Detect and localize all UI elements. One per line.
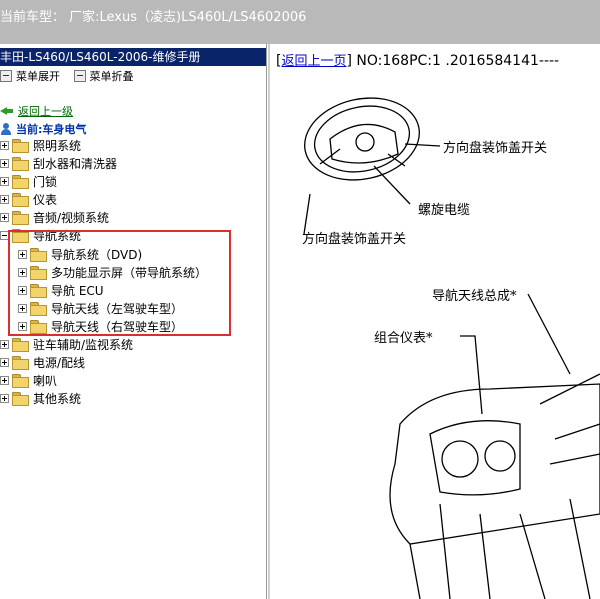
expand-toggle-icon[interactable] [18,321,27,331]
expand-toggle-icon[interactable] [0,176,9,186]
folder-icon [30,265,47,280]
navigation-pane: 丰田-LS460/LS460L-2006-维修手册 菜单展开 菜单折叠 返回上一… [0,44,267,599]
tree-subitem-multi-display[interactable]: 多功能显示屏（带导航系统） [18,263,207,281]
folder-open-icon [12,228,29,243]
current-vehicle-label: 当前车型： 厂家:Lexus（凌志)LS460L/LS4602006 [0,10,307,25]
folder-icon [12,156,29,171]
current-section-label: 当前:车身电气 [16,123,87,136]
tree-item-power-wiring[interactable]: 电源/配线 [0,353,85,371]
expand-menu-label: 菜单展开 [16,70,60,83]
document-pane: [返回上一页] NO:168PC:1 .2016584141---- 方向盘装饰… [268,44,600,599]
expand-toggle-icon[interactable] [0,393,9,403]
tree-item-label[interactable]: 导航系统 [33,227,81,244]
back-link-label[interactable]: 返回上一级 [18,103,73,119]
folder-icon [12,355,29,370]
tree-item-meter[interactable]: 仪表 [0,190,57,208]
top-bar: 当前车型： 厂家:Lexus（凌志)LS460L/LS4602006 [0,0,600,44]
callout-steering-cover-switch-2: 方向盘装饰盖开关 [302,232,407,247]
collapse-icon [73,70,86,82]
expand-toggle-icon[interactable] [0,212,9,222]
expand-toggle-icon[interactable] [0,339,9,349]
tree-item-label[interactable]: 导航天线（左驾驶车型） [51,300,183,317]
tree-subitem-nav-ecu[interactable]: 导航 ECU [18,281,104,299]
tree-item-other[interactable]: 其他系统 [0,389,81,407]
tree-subitem-antenna-rhd[interactable]: 导航天线（右驾驶车型） [18,317,183,335]
tree-item-horn[interactable]: 喇叭 [0,371,57,389]
tree-toolbar: 菜单展开 菜单折叠 [0,68,144,86]
tree-item-label[interactable]: 照明系统 [33,137,81,154]
tree-item-door-lock[interactable]: 门锁 [0,172,57,190]
manual-title: 丰田-LS460/LS460L-2006-维修手册 [0,48,266,66]
folder-icon [12,391,29,406]
tree-item-label[interactable]: 电源/配线 [33,354,85,371]
expand-toggle-icon[interactable] [18,267,27,277]
back-arrow-icon [0,105,14,117]
tree-item-lighting[interactable]: 照明系统 [0,136,81,154]
expand-icon [0,70,12,82]
tree-item-navigation[interactable]: 导航系统 [0,226,81,244]
tree-item-label[interactable]: 多功能显示屏（带导航系统） [51,264,207,281]
tree-item-label[interactable]: 门锁 [33,173,57,190]
tree-item-parking-assist[interactable]: 驻车辅助/监视系统 [0,335,133,353]
callout-steering-cover-switch-1: 方向盘装饰盖开关 [443,141,548,156]
expand-toggle-icon[interactable] [0,194,9,204]
collapse-menu-button[interactable]: 菜单折叠 [73,68,134,84]
back-up-level-link[interactable]: 返回上一级 [0,102,73,120]
folder-icon [12,174,29,189]
expand-toggle-icon[interactable] [0,140,9,150]
tree-item-label[interactable]: 驻车辅助/监视系统 [33,336,133,353]
expand-toggle-icon[interactable] [0,357,9,367]
tree-item-label[interactable]: 仪表 [33,191,57,208]
expand-toggle-icon[interactable] [18,249,27,259]
folder-icon [12,138,29,153]
tree-subitem-antenna-lhd[interactable]: 导航天线（左驾驶车型） [18,299,183,317]
folder-icon [12,192,29,207]
diagram-illustration [303,97,600,599]
tree-item-label[interactable]: 其他系统 [33,390,81,407]
collapse-toggle-icon[interactable] [0,230,9,240]
tree-item-label[interactable]: 音频/视频系统 [33,209,109,226]
current-location-icon [0,122,12,136]
tree-item-label[interactable]: 导航天线（右驾驶车型） [51,318,183,335]
folder-icon [30,319,47,334]
tree-subitem-nav-dvd[interactable]: 导航系统（DVD) [18,245,142,263]
callout-combination-meter: 组合仪表* [374,331,433,346]
callout-spiral-cable: 螺旋电缆 [418,203,471,218]
expand-toggle-icon[interactable] [18,285,27,295]
collapse-menu-label: 菜单折叠 [89,70,134,83]
folder-icon [12,373,29,388]
expand-toggle-icon[interactable] [0,158,9,168]
folder-icon [30,247,47,262]
expand-toggle-icon[interactable] [0,375,9,385]
tree-item-label[interactable]: 刮水器和清洗器 [33,155,117,172]
folder-icon [30,283,47,298]
tree-item-label[interactable]: 导航系统（DVD) [51,246,142,263]
tree-item-wiper[interactable]: 刮水器和清洗器 [0,154,117,172]
tree-item-label[interactable]: 导航 ECU [51,282,104,299]
folder-icon [30,301,47,316]
expand-toggle-icon[interactable] [18,303,27,313]
folder-icon [12,210,29,225]
callout-nav-antenna-assy: 导航天线总成* [432,289,517,304]
expand-menu-button[interactable]: 菜单展开 [0,68,60,84]
folder-icon [12,337,29,352]
tree-item-label[interactable]: 喇叭 [33,372,57,389]
tree-item-audio-video[interactable]: 音频/视频系统 [0,208,109,226]
